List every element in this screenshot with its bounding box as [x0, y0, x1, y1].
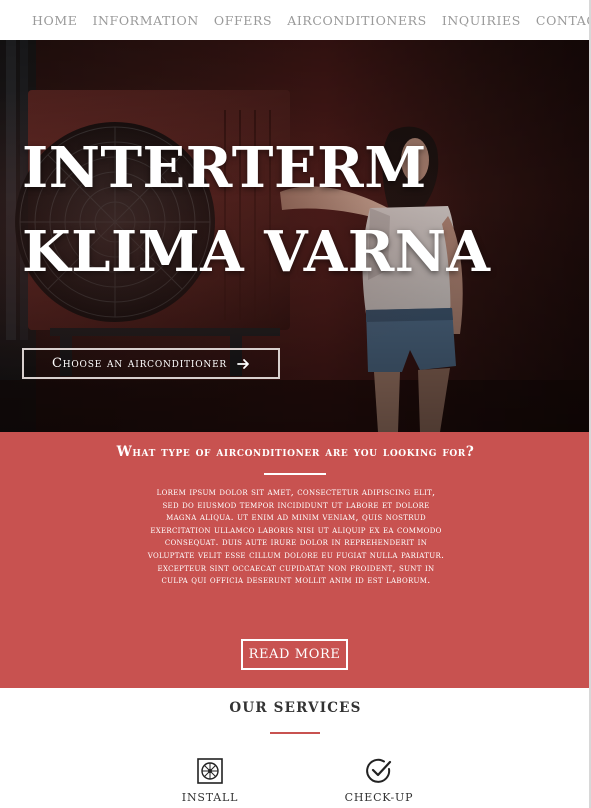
hero-title-line-2: KLIMA VARNA: [22, 219, 491, 285]
feature-divider: [264, 473, 326, 475]
feature-section: What type of airconditioner are you look…: [0, 432, 591, 688]
service-install[interactable]: INSTALL: [165, 757, 255, 804]
hero-title-line-1: INTERTERM: [22, 135, 427, 201]
top-nav: HOME INFORMATION OFFERS AIRCONDITIONERS …: [0, 0, 591, 40]
arrow-right-icon: [237, 358, 250, 370]
nav-item-inquiries[interactable]: INQUIRIES: [442, 13, 521, 28]
service-checkup-label: CHECK-UP: [344, 791, 414, 804]
service-checkup[interactable]: CHECK-UP: [334, 757, 424, 804]
nav-item-information[interactable]: INFORMATION: [92, 13, 198, 28]
read-more-button[interactable]: READ MORE: [241, 639, 348, 670]
services-divider: [270, 732, 320, 734]
services-section: OUR SERVICES INSTALL CHECK-UP: [0, 688, 591, 808]
choose-airconditioner-button[interactable]: Choose an airconditioner: [22, 348, 280, 379]
ac-unit-icon: [165, 757, 255, 785]
hero-section: INTERTERM KLIMA VARNA Choose an aircondi…: [0, 40, 591, 432]
services-title: OUR SERVICES: [229, 700, 362, 716]
hero-title: INTERTERM KLIMA VARNA: [22, 126, 490, 294]
nav-item-airconditioners[interactable]: AIRCONDITIONERS: [287, 13, 427, 28]
check-circle-icon: [334, 757, 424, 785]
feature-body: Lorem ipsum dolor sit amet, consectetur …: [147, 487, 445, 587]
nav-item-home[interactable]: HOME: [32, 13, 77, 28]
nav-item-contacts[interactable]: CONTACTS: [536, 13, 591, 28]
choose-airconditioner-label: Choose an airconditioner: [51, 356, 228, 371]
page: HOME INFORMATION OFFERS AIRCONDITIONERS …: [0, 0, 591, 808]
nav-item-offers[interactable]: OFFERS: [214, 13, 272, 28]
feature-title: What type of airconditioner are you look…: [116, 444, 475, 460]
service-install-label: INSTALL: [181, 791, 239, 804]
